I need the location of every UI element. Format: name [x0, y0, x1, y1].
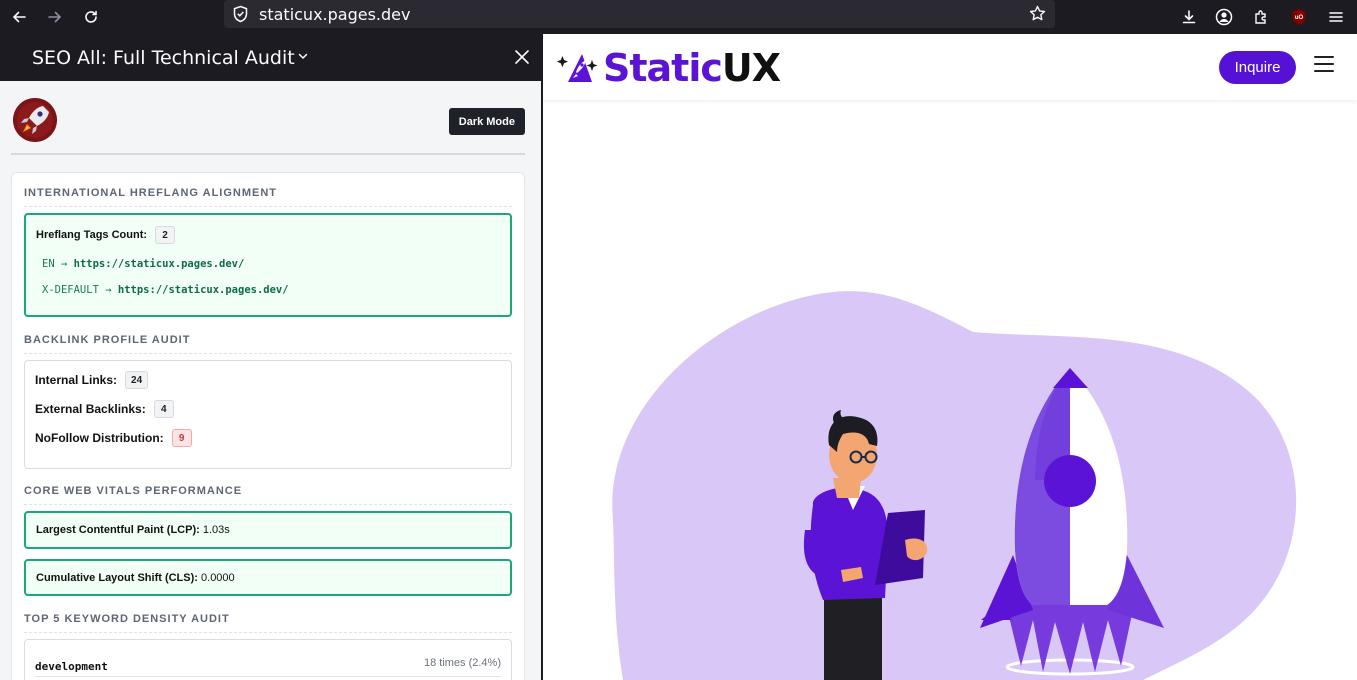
back-arrow-icon[interactable] [5, 3, 33, 31]
hreflang-entry: X-DEFAULT → https://staticux.pages.dev/ [42, 284, 289, 296]
site-viewport: StaticUX Inquire [543, 34, 1357, 680]
rocket-logo-icon [13, 98, 57, 142]
section-divider [24, 206, 512, 207]
brand-logo-icon[interactable] [556, 48, 602, 91]
arrow-icon: → [105, 284, 112, 296]
brand-name[interactable]: StaticUX [603, 46, 781, 90]
backlinks-box: Internal Links: 24 External Backlinks: 4… [24, 360, 512, 469]
arrow-icon: → [60, 258, 68, 270]
section-divider [24, 504, 512, 505]
hero-blob [612, 291, 1297, 680]
seo-sidebar: SEO All: Full Technical Audit Dark Mode [0, 34, 541, 680]
lcp-label: Largest Contentful Paint (LCP): [36, 524, 200, 536]
logo-row: Dark Mode [11, 81, 525, 155]
lcp-row: Largest Contentful Paint (LCP): 1.03s [36, 524, 230, 536]
hreflang-heading: INTERNATIONAL HREFLANG ALIGNMENT [24, 187, 278, 199]
nofollow-label: NoFollow Distribution: [35, 431, 164, 445]
hreflang-lang: X-DEFAULT [42, 284, 99, 296]
keywords-heading: TOP 5 KEYWORD DENSITY AUDIT [24, 613, 230, 625]
browser-toolbar: staticux.pages.dev uO [0, 0, 1357, 34]
brand-part-static: Static [603, 46, 723, 90]
internal-links-row: Internal Links: 24 [35, 371, 149, 389]
sidebar-body: Dark Mode INTERNATIONAL HREFLANG ALIGNME… [0, 81, 541, 680]
backlinks-heading: BACKLINK PROFILE AUDIT [24, 334, 191, 346]
vitals-heading: CORE WEB VITALS PERFORMANCE [24, 485, 243, 497]
menu-icon[interactable] [1322, 3, 1350, 31]
internal-links-badge: 24 [125, 371, 149, 389]
reload-icon[interactable] [77, 3, 105, 31]
nofollow-row: NoFollow Distribution: 9 [35, 429, 192, 447]
svg-text:uO: uO [1295, 15, 1304, 21]
account-icon[interactable] [1210, 3, 1238, 31]
cls-value: 0.0000 [201, 572, 235, 584]
hero-illustration [612, 291, 1297, 680]
hreflang-entry: EN → https://staticux.pages.dev/ [42, 258, 244, 270]
forward-arrow-icon[interactable] [41, 3, 69, 31]
star-icon[interactable] [1029, 5, 1046, 27]
url-text[interactable]: staticux.pages.dev [259, 5, 410, 24]
keyword-row: development 18 times (2.4%) [35, 657, 501, 677]
inquire-button[interactable]: Inquire [1219, 51, 1296, 84]
shield-icon[interactable] [232, 5, 249, 28]
hreflang-count-label: Hreflang Tags Count: [36, 229, 148, 241]
nofollow-badge: 9 [171, 429, 192, 447]
download-icon[interactable] [1175, 3, 1203, 31]
dark-mode-button[interactable]: Dark Mode [448, 108, 525, 135]
external-backlinks-row: External Backlinks: 4 [35, 400, 174, 418]
keywords-box: development 18 times (2.4%) [24, 639, 512, 680]
audit-panel: INTERNATIONAL HREFLANG ALIGNMENT Hreflan… [11, 172, 525, 680]
cls-row: Cumulative Layout Shift (CLS): 0.0000 [36, 572, 235, 584]
ublock-icon[interactable]: uO [1285, 3, 1313, 31]
site-navbar: StaticUX Inquire [543, 34, 1357, 100]
hreflang-lang: EN [42, 258, 55, 270]
url-bar[interactable]: staticux.pages.dev [224, 0, 1055, 28]
internal-links-label: Internal Links: [35, 373, 118, 387]
keyword-count: 18 times (2.4%) [423, 657, 501, 669]
hreflang-count-row: Hreflang Tags Count: 2 [36, 226, 176, 244]
chevron-down-icon[interactable] [297, 49, 309, 67]
cls-box: Cumulative Layout Shift (CLS): 0.0000 [24, 559, 512, 596]
brand-part-ux: UX [721, 46, 781, 90]
sidebar-title[interactable]: SEO All: Full Technical Audit [32, 47, 295, 69]
extensions-icon[interactable] [1247, 3, 1275, 31]
keyword-word: development [35, 660, 108, 673]
external-backlinks-badge: 4 [153, 400, 174, 418]
close-icon[interactable] [512, 47, 532, 72]
lcp-value: 1.03s [202, 524, 230, 536]
external-backlinks-label: External Backlinks: [35, 402, 146, 416]
hreflang-count-badge: 2 [155, 226, 176, 244]
hreflang-url: https://staticux.pages.dev/ [73, 258, 245, 270]
sidebar-header: SEO All: Full Technical Audit [0, 34, 541, 81]
section-divider [24, 632, 512, 633]
hreflang-url: https://staticux.pages.dev/ [117, 284, 289, 296]
cls-label: Cumulative Layout Shift (CLS): [36, 572, 198, 584]
hreflang-box: Hreflang Tags Count: 2 EN → https://stat… [24, 213, 512, 317]
hamburger-menu-icon[interactable] [1314, 56, 1334, 73]
lcp-box: Largest Contentful Paint (LCP): 1.03s [24, 511, 512, 549]
section-divider [24, 353, 512, 354]
